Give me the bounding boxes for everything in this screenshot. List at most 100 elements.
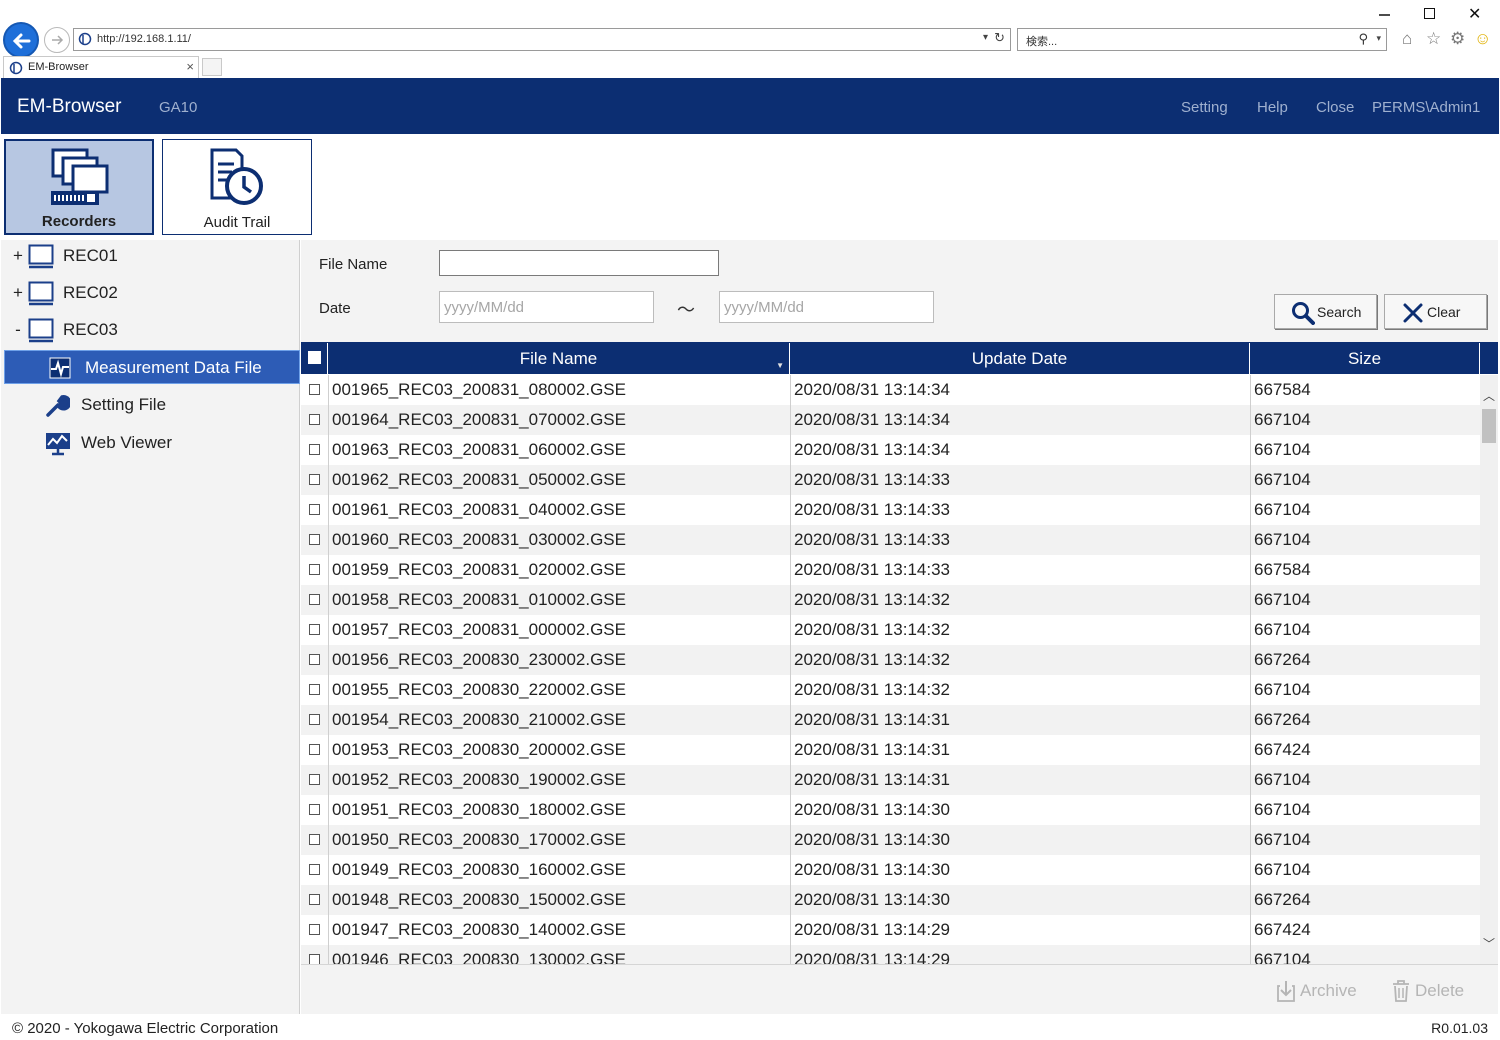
table-row[interactable]: 001952_REC03_200830_190002.GSE 2020/08/31…: [301, 765, 1480, 795]
update-date-cell: 2020/08/31 13:14:33: [794, 470, 950, 489]
table-row[interactable]: 001957_REC03_200831_000002.GSE 2020/08/31…: [301, 615, 1480, 645]
scrollbar-thumb[interactable]: [1482, 409, 1496, 443]
refresh-icon[interactable]: ↻: [994, 30, 1005, 46]
table-row[interactable]: 001955_REC03_200830_220002.GSE 2020/08/31…: [301, 675, 1480, 705]
tree-item-rec02[interactable]: + REC02: [1, 277, 299, 311]
wrench-icon: [46, 395, 70, 417]
collapse-toggle[interactable]: -: [11, 320, 25, 340]
waveform-icon: [49, 357, 71, 379]
table-row[interactable]: 001948_REC03_200830_150002.GSE 2020/08/31…: [301, 885, 1480, 915]
search-button[interactable]: Search: [1274, 294, 1377, 329]
file-name-cell: 001950_REC03_200830_170002.GSE: [332, 830, 626, 849]
update-date-cell: 2020/08/31 13:14:30: [794, 860, 950, 879]
archive-button[interactable]: Archive: [1276, 979, 1366, 1003]
table-scrollbar[interactable]: ︿ ﹀: [1480, 375, 1498, 964]
expand-toggle[interactable]: +: [11, 283, 25, 303]
row-checkbox[interactable]: [309, 534, 320, 545]
tree-item-rec01[interactable]: + REC01: [1, 240, 299, 274]
chevron-down-icon[interactable]: ﹀: [1483, 935, 1495, 952]
row-checkbox[interactable]: [309, 714, 320, 725]
row-checkbox[interactable]: [309, 924, 320, 935]
row-checkbox[interactable]: [309, 594, 320, 605]
row-checkbox[interactable]: [309, 804, 320, 815]
smiley-icon[interactable]: ☺: [1474, 29, 1491, 49]
gear-icon[interactable]: ⚙: [1450, 29, 1465, 49]
row-checkbox[interactable]: [309, 684, 320, 695]
file-name-cell: 001949_REC03_200830_160002.GSE: [332, 860, 626, 879]
row-checkbox[interactable]: [309, 954, 320, 964]
row-checkbox[interactable]: [309, 624, 320, 635]
search-dropdown-icon[interactable]: ▾: [1376, 33, 1381, 44]
address-dropdown-icon[interactable]: ▾: [983, 32, 988, 43]
tab-close-icon[interactable]: ×: [186, 59, 194, 74]
table-body: 001965_REC03_200831_080002.GSE 2020/08/31…: [301, 375, 1480, 964]
monitor-chart-icon: [46, 433, 70, 456]
row-checkbox[interactable]: [309, 774, 320, 785]
row-checkbox[interactable]: [309, 474, 320, 485]
row-checkbox[interactable]: [309, 444, 320, 455]
browser-search-box[interactable]: 検索... ⚲ ▾: [1017, 28, 1387, 51]
table-row[interactable]: 001956_REC03_200830_230002.GSE 2020/08/31…: [301, 645, 1480, 675]
maximize-icon[interactable]: [1424, 8, 1435, 19]
table-row[interactable]: 001951_REC03_200830_180002.GSE 2020/08/31…: [301, 795, 1480, 825]
row-checkbox[interactable]: [309, 384, 320, 395]
tree-item-web-viewer[interactable]: Web Viewer: [1, 426, 299, 460]
row-checkbox[interactable]: [309, 744, 320, 755]
column-header-file-name[interactable]: File Name ▼: [328, 343, 790, 374]
favorites-star-icon[interactable]: ☆: [1426, 29, 1441, 49]
recorders-mode-label: Recorders: [41, 213, 117, 230]
forward-button[interactable]: [44, 27, 70, 53]
home-icon[interactable]: ⌂: [1402, 29, 1412, 49]
date-to-input[interactable]: [719, 291, 934, 323]
minimize-icon[interactable]: [1378, 4, 1392, 18]
monitor-icon: [28, 281, 54, 306]
user-link[interactable]: PERMS\Admin1: [1372, 99, 1480, 116]
table-row[interactable]: 001953_REC03_200830_200002.GSE 2020/08/31…: [301, 735, 1480, 765]
new-tab-button[interactable]: [202, 58, 222, 76]
browser-tab[interactable]: EM-Browser ×: [3, 56, 199, 78]
table-row[interactable]: 001954_REC03_200830_210002.GSE 2020/08/31…: [301, 705, 1480, 735]
table-row[interactable]: 001947_REC03_200830_140002.GSE 2020/08/31…: [301, 915, 1480, 945]
chevron-up-icon[interactable]: ︿: [1483, 387, 1495, 404]
table-row[interactable]: 001965_REC03_200831_080002.GSE 2020/08/31…: [301, 375, 1480, 405]
row-checkbox[interactable]: [309, 864, 320, 875]
table-row[interactable]: 001949_REC03_200830_160002.GSE 2020/08/31…: [301, 855, 1480, 885]
table-row[interactable]: 001962_REC03_200831_050002.GSE 2020/08/31…: [301, 465, 1480, 495]
tree-item-setting-file[interactable]: Setting File: [1, 388, 299, 422]
file-name-input[interactable]: [439, 250, 719, 276]
close-link[interactable]: Close: [1316, 99, 1354, 116]
table-row[interactable]: 001958_REC03_200831_010002.GSE 2020/08/31…: [301, 585, 1480, 615]
row-checkbox[interactable]: [309, 894, 320, 905]
expand-toggle[interactable]: +: [11, 246, 25, 266]
table-row[interactable]: 001960_REC03_200831_030002.GSE 2020/08/31…: [301, 525, 1480, 555]
setting-link[interactable]: Setting: [1181, 99, 1228, 116]
column-header-update-date[interactable]: Update Date: [790, 343, 1250, 374]
date-from-input[interactable]: [439, 291, 654, 323]
size-cell: 667104: [1254, 440, 1311, 459]
address-bar[interactable]: http://192.168.1.11/ ▾ ↻: [73, 28, 1011, 51]
row-checkbox[interactable]: [309, 654, 320, 665]
audit-trail-mode-button[interactable]: Audit Trail: [162, 139, 312, 235]
tree-item-measurement-data-file[interactable]: Measurement Data File: [4, 350, 300, 384]
row-checkbox[interactable]: [309, 414, 320, 425]
table-row[interactable]: 001964_REC03_200831_070002.GSE 2020/08/31…: [301, 405, 1480, 435]
help-link[interactable]: Help: [1257, 99, 1288, 116]
delete-button[interactable]: Delete: [1391, 979, 1476, 1003]
size-cell: 667584: [1254, 380, 1311, 399]
select-all-checkbox[interactable]: [308, 351, 321, 364]
back-button[interactable]: [3, 22, 39, 58]
recorders-mode-button[interactable]: Recorders: [4, 139, 154, 235]
table-row[interactable]: 001961_REC03_200831_040002.GSE 2020/08/31…: [301, 495, 1480, 525]
window-close-icon[interactable]: ✕: [1468, 4, 1481, 24]
clear-button[interactable]: Clear: [1384, 294, 1487, 329]
column-header-size[interactable]: Size: [1250, 343, 1480, 374]
table-row[interactable]: 001946_REC03_200830_130002.GSE 2020/08/31…: [301, 945, 1480, 964]
row-checkbox[interactable]: [309, 564, 320, 575]
search-icon[interactable]: ⚲: [1358, 31, 1368, 47]
table-row[interactable]: 001963_REC03_200831_060002.GSE 2020/08/31…: [301, 435, 1480, 465]
row-checkbox[interactable]: [309, 834, 320, 845]
table-row[interactable]: 001950_REC03_200830_170002.GSE 2020/08/31…: [301, 825, 1480, 855]
table-row[interactable]: 001959_REC03_200831_020002.GSE 2020/08/31…: [301, 555, 1480, 585]
tree-item-rec03[interactable]: - REC03: [1, 314, 299, 348]
row-checkbox[interactable]: [309, 504, 320, 515]
